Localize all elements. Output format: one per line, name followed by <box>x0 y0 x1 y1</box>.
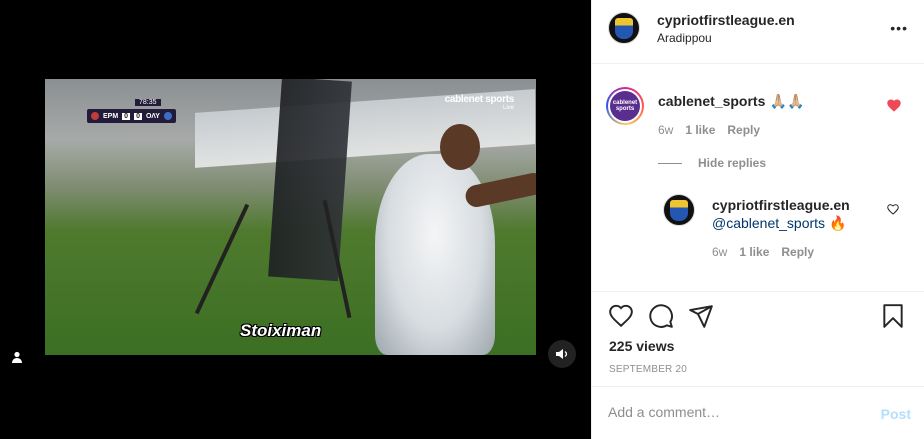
home-score: 0 <box>122 112 131 120</box>
comment-meta: 6w 1 like Reply <box>658 123 760 137</box>
save-bookmark-icon[interactable] <box>880 303 906 329</box>
avatar[interactable] <box>663 194 695 226</box>
divider <box>658 162 682 164</box>
sound-toggle-button[interactable] <box>548 340 576 368</box>
media-viewer: 78:35 ΕΡΜ 0 0 ΟΛΥ cablenet sports Live S… <box>0 0 591 439</box>
club-crest-icon <box>615 17 633 39</box>
post-panel: cypriotfirstleague.en Aradippou ••• cabl… <box>591 0 924 439</box>
scorebug: ΕΡΜ 0 0 ΟΛΥ <box>87 109 176 123</box>
sponsor-logo: Stoiximan <box>240 321 322 340</box>
comment-input[interactable] <box>608 404 848 420</box>
more-options-icon[interactable]: ••• <box>890 20 908 36</box>
comment-username[interactable]: cypriotfirstleague.en <box>712 196 892 214</box>
away-score: 0 <box>134 112 142 120</box>
like-icon[interactable] <box>608 303 634 329</box>
comment-icon[interactable] <box>648 303 674 329</box>
comment-text: 🙏🏼🙏🏼 <box>769 93 805 109</box>
tripod-leg <box>194 203 250 315</box>
list-item: cypriotfirstleague.en @cablenet_sports 🔥 <box>712 196 892 232</box>
avatar[interactable] <box>608 12 640 44</box>
reply-button[interactable]: Reply <box>727 123 760 137</box>
comment-composer: Post <box>592 386 924 439</box>
club-crest-icon <box>670 199 688 221</box>
comment-age[interactable]: 6w <box>712 245 727 259</box>
post-actions <box>608 303 908 331</box>
live-label: Live <box>502 105 514 111</box>
share-icon[interactable] <box>688 303 714 329</box>
reply-button[interactable]: Reply <box>781 245 814 259</box>
comments-list: cablenet sports cablenet_sports 🙏🏼🙏🏼 6w … <box>592 65 924 292</box>
player-head <box>440 124 480 170</box>
post-date[interactable]: SEPTEMBER 20 <box>609 364 687 375</box>
hide-replies-label: Hide replies <box>698 156 767 170</box>
speaker-icon <box>556 349 568 359</box>
post-author-username[interactable]: cypriotfirstleague.en <box>657 12 795 28</box>
away-team-badge <box>163 112 172 120</box>
comment-avatar-logo: cablenet sports <box>610 91 640 121</box>
post-location[interactable]: Aradippou <box>657 31 712 45</box>
away-team: ΟΛΥ <box>145 112 160 120</box>
home-team-badge <box>91 112 99 120</box>
hide-replies-button[interactable]: Hide replies <box>658 156 766 170</box>
video-player[interactable]: 78:35 ΕΡΜ 0 0 ΟΛΥ cablenet sports Live S… <box>45 79 536 355</box>
comment-likes[interactable]: 1 like <box>685 123 715 137</box>
broadcaster-logo: cablenet sports <box>444 94 515 105</box>
home-team: ΕΡΜ <box>103 112 119 120</box>
comment-username[interactable]: cablenet_sports <box>658 93 765 109</box>
post-header: cypriotfirstleague.en Aradippou ••• <box>592 0 924 64</box>
comment-likes[interactable]: 1 like <box>739 245 769 259</box>
view-count[interactable]: 225 views <box>609 338 674 354</box>
liked-heart-icon[interactable] <box>887 99 901 112</box>
match-clock: 78:35 <box>135 99 161 106</box>
comment-age[interactable]: 6w <box>658 123 673 137</box>
like-heart-icon[interactable] <box>887 204 899 215</box>
tagged-user-icon[interactable] <box>8 348 26 366</box>
list-item: cablenet_sports 🙏🏼🙏🏼 <box>658 93 805 111</box>
comment-meta: 6w 1 like Reply <box>712 245 814 259</box>
avatar[interactable]: cablenet sports <box>606 87 644 125</box>
camera-operator <box>268 79 352 282</box>
comment-text: @cablenet_sports 🔥 <box>712 215 847 231</box>
post-button[interactable]: Post <box>881 406 911 422</box>
